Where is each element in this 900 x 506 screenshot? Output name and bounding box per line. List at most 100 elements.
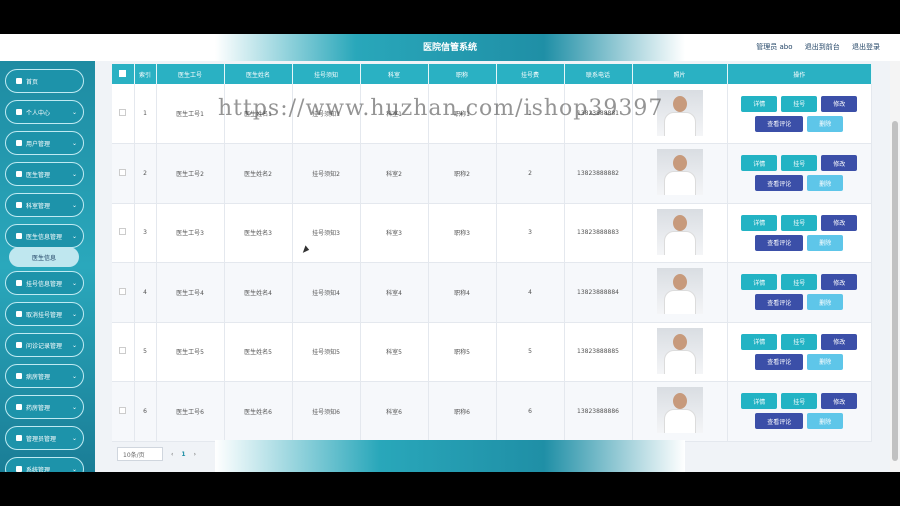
col-actions: 操作 <box>727 64 872 84</box>
sidebar-item-0[interactable]: 首页 <box>5 69 84 93</box>
register-button[interactable]: 挂号 <box>781 393 818 410</box>
sidebar-item-label: 问诊记录管理 <box>26 342 63 350</box>
cell-notice: 挂号须知2 <box>292 143 361 204</box>
cell-actions: 详情 挂号 修改 查看评论 删除 <box>727 322 872 382</box>
watermark-text: https://www.huzhan.com/ishop39397 <box>218 96 664 121</box>
sidebar-item-10[interactable]: 药房管理 ⌄ <box>5 395 84 419</box>
sidebar-item-label: 系统管理 <box>26 466 51 473</box>
delete-button[interactable]: 删除 <box>807 115 844 132</box>
delete-button[interactable]: 删除 <box>807 234 844 251</box>
sidebar-item-6[interactable]: 挂号信息管理 ⌄ <box>5 271 84 295</box>
chevron-down-icon: ⌄ <box>71 373 77 380</box>
sidebar-item-8[interactable]: 问诊记录管理 ⌄ <box>5 333 84 357</box>
cell-index: 2 <box>134 143 157 204</box>
menu-icon <box>16 311 22 317</box>
edit-button[interactable]: 修改 <box>821 95 858 112</box>
logout-link[interactable]: 退出登录 <box>852 43 880 51</box>
cell-work_no: 医生工号2 <box>156 143 225 204</box>
cell-work_no: 医生工号3 <box>156 203 225 263</box>
view-review-button[interactable]: 查看评论 <box>755 294 804 311</box>
view-review-button[interactable]: 查看评论 <box>755 115 804 132</box>
sidebar-item-4[interactable]: 科室管理 ⌄ <box>5 193 84 217</box>
cell-index: 6 <box>134 381 157 442</box>
chevron-down-icon: ⌄ <box>71 109 77 116</box>
chevron-down-icon: ⌄ <box>71 202 77 209</box>
cell-phone: 13823888885 <box>564 322 633 382</box>
edit-button[interactable]: 修改 <box>821 155 858 172</box>
detail-button[interactable]: 详情 <box>741 333 778 350</box>
cell-notice: 挂号须知4 <box>292 262 361 323</box>
cell-name: 医生姓名6 <box>224 381 293 442</box>
current-page[interactable]: 1 <box>181 451 185 458</box>
sidebar-item-2[interactable]: 用户管理 ⌄ <box>5 131 84 155</box>
sidebar-item-3[interactable]: 医生管理 ⌄ <box>5 162 84 186</box>
view-review-button[interactable]: 查看评论 <box>755 175 804 192</box>
cell-phone: 13823888884 <box>564 262 633 323</box>
cell-title: 职称6 <box>428 381 497 442</box>
row-checkbox[interactable] <box>112 84 135 144</box>
sidebar-item-label: 药房管理 <box>26 404 51 412</box>
detail-button[interactable]: 详情 <box>741 393 778 410</box>
sidebar-item-1[interactable]: 个人中心 ⌄ <box>5 100 84 124</box>
doctor-photo <box>656 387 703 434</box>
main-content: 索引 医生工号 医生姓名 挂号须知 科室 职称 挂号费 联系电话 照片 操作 1… <box>95 61 890 472</box>
sidebar-item-label: 医生管理 <box>26 171 51 179</box>
register-button[interactable]: 挂号 <box>781 214 818 231</box>
chevron-down-icon: ⌄ <box>71 280 77 287</box>
view-review-button[interactable]: 查看评论 <box>755 353 804 370</box>
table-row: 4 医生工号4 医生姓名4 挂号须知4 科室4 职称4 4 13823888884 详情 挂号 修改… <box>112 262 872 323</box>
cell-photo <box>632 262 728 323</box>
sidebar-subitem-doctor-info[interactable]: 医生信息 <box>9 247 79 267</box>
row-checkbox[interactable] <box>112 322 135 382</box>
register-button[interactable]: 挂号 <box>781 155 818 172</box>
sidebar-item-5[interactable]: 医生信息管理 ⌄ <box>5 224 84 248</box>
detail-button[interactable]: 详情 <box>741 155 778 172</box>
scrollbar-thumb[interactable] <box>892 121 898 461</box>
table-row: 5 医生工号5 医生姓名5 挂号须知5 科室5 职称5 5 13823888885 详情 挂号 修改… <box>112 322 872 382</box>
sidebar-item-12[interactable]: 系统管理 ⌄ <box>5 457 84 472</box>
delete-button[interactable]: 删除 <box>807 353 844 370</box>
chevron-down-icon: ⌄ <box>71 435 77 442</box>
scrollbar[interactable] <box>890 61 900 472</box>
cell-work_no: 医生工号4 <box>156 262 225 323</box>
row-checkbox[interactable] <box>112 262 135 323</box>
page-size-select[interactable]: 10条/页 <box>117 447 163 461</box>
sidebar: 首页 个人中心 ⌄ 用户管理 ⌄ 医生管理 ⌄ 科室管理 ⌄ 医生信息管理 ⌄ 挂号信息管理 ⌄ 取消挂号… <box>0 61 95 472</box>
row-checkbox[interactable] <box>112 381 135 442</box>
edit-button[interactable]: 修改 <box>821 333 858 350</box>
delete-button[interactable]: 删除 <box>807 175 844 192</box>
row-checkbox[interactable] <box>112 143 135 204</box>
next-page-button[interactable]: › <box>194 451 196 458</box>
menu-icon <box>16 404 22 410</box>
col-work-no: 医生工号 <box>156 64 225 84</box>
detail-button[interactable]: 详情 <box>741 214 778 231</box>
cell-fee: 5 <box>496 322 565 382</box>
register-button[interactable]: 挂号 <box>781 333 818 350</box>
detail-button[interactable]: 详情 <box>741 274 778 291</box>
view-review-button[interactable]: 查看评论 <box>755 234 804 251</box>
register-button[interactable]: 挂号 <box>781 274 818 291</box>
cell-actions: 详情 挂号 修改 查看评论 删除 <box>727 143 872 204</box>
edit-button[interactable]: 修改 <box>821 274 858 291</box>
col-notice: 挂号须知 <box>292 64 361 84</box>
frontend-link[interactable]: 退出到前台 <box>805 43 840 51</box>
sidebar-item-11[interactable]: 管理员管理 ⌄ <box>5 426 84 450</box>
row-checkbox[interactable] <box>112 203 135 263</box>
detail-button[interactable]: 详情 <box>741 95 778 112</box>
select-all-checkbox[interactable] <box>112 64 135 84</box>
edit-button[interactable]: 修改 <box>821 393 858 410</box>
delete-button[interactable]: 删除 <box>807 413 844 430</box>
cell-fee: 3 <box>496 203 565 263</box>
sidebar-item-9[interactable]: 病房管理 ⌄ <box>5 364 84 388</box>
delete-button[interactable]: 删除 <box>807 294 844 311</box>
admin-label: 管理员 abo <box>756 43 793 51</box>
prev-page-button[interactable]: ‹ <box>171 451 173 458</box>
register-button[interactable]: 挂号 <box>781 95 818 112</box>
menu-icon <box>16 233 22 239</box>
sidebar-item-7[interactable]: 取消挂号管理 ⌄ <box>5 302 84 326</box>
col-name: 医生姓名 <box>224 64 293 84</box>
view-review-button[interactable]: 查看评论 <box>755 413 804 430</box>
header-links: 管理员 abo 退出到前台 退出登录 <box>746 42 880 52</box>
edit-button[interactable]: 修改 <box>821 214 858 231</box>
cell-title: 职称4 <box>428 262 497 323</box>
